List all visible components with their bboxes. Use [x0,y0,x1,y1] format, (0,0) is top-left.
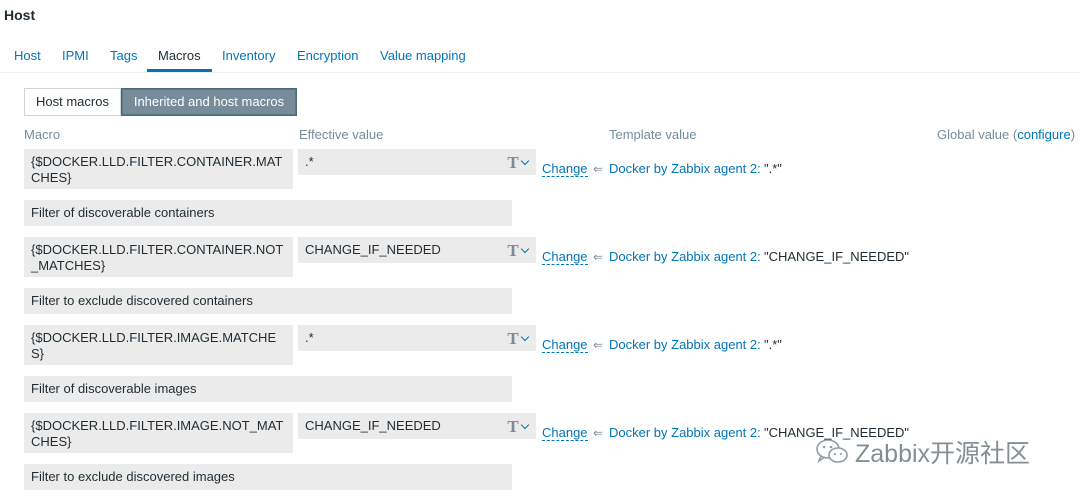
inherited-macros-button[interactable]: Inherited and host macros [121,88,297,116]
change-button[interactable]: Change [542,425,588,441]
column-header-template-value: Template value [609,127,697,142]
change-button[interactable]: Change [542,249,588,265]
change-button[interactable]: Change [542,161,588,177]
wechat-icon [815,438,849,466]
inherit-arrow-icon: ⇐ [593,162,604,176]
macro-description-field[interactable]: Filter of discoverable images [24,376,512,402]
template-link[interactable]: Docker by Zabbix agent 2: [609,337,761,352]
macro-value-field[interactable]: .* [298,325,499,351]
template-link[interactable]: Docker by Zabbix agent 2: [609,161,761,176]
macro-value-field[interactable]: CHANGE_IF_NEEDED [298,413,499,439]
template-value-text: "CHANGE_IF_NEEDED" [764,249,910,264]
configure-link[interactable]: configure [1017,127,1070,142]
value-type-dropdown[interactable]: T [499,237,536,263]
inherit-arrow-icon: ⇐ [593,250,604,264]
text-type-icon: T [507,240,519,260]
macro-value-field[interactable]: CHANGE_IF_NEEDED [298,237,499,263]
macro-value-field[interactable]: .* [298,149,499,175]
host-macros-button[interactable]: Host macros [24,88,121,116]
macro-description-field[interactable]: Filter of discoverable containers [24,200,512,226]
macro-description-field[interactable]: Filter to exclude discovered containers [24,288,512,314]
text-type-icon: T [507,416,519,436]
global-value-label: Global value ( [937,127,1018,142]
tab-macros[interactable]: Macros [158,48,201,63]
column-header-global-value: Global value (configure) [937,127,1075,142]
chevron-down-icon [520,244,529,253]
tab-bar: Host IPMI Tags Macros Inventory Encrypti… [0,44,1080,73]
value-type-dropdown[interactable]: T [499,325,536,351]
tab-inventory[interactable]: Inventory [222,48,275,63]
tab-tags[interactable]: Tags [110,48,137,63]
tab-ipmi[interactable]: IPMI [62,48,89,63]
macro-view-toggle: Host macros Inherited and host macros [24,88,297,116]
template-value-text: ".*" [764,337,782,352]
tab-value-mapping[interactable]: Value mapping [380,48,466,63]
macro-name-field[interactable]: {$DOCKER.LLD.FILTER.IMAGE.MATCHE S} [24,325,293,365]
chevron-down-icon [520,420,529,429]
column-header-macro: Macro [24,127,61,142]
macro-name-field[interactable]: {$DOCKER.LLD.FILTER.IMAGE.NOT_MAT CHES} [24,413,293,453]
column-header-effective-value: Effective value [299,127,384,142]
template-value-text: ".*" [764,161,782,176]
value-type-dropdown[interactable]: T [499,413,536,439]
global-value-close: ) [1070,127,1076,142]
text-type-icon: T [507,328,519,348]
template-link[interactable]: Docker by Zabbix agent 2: [609,249,761,264]
watermark: Zabbix开源社区 [815,436,1030,468]
page-title: Host [4,7,36,23]
change-button[interactable]: Change [542,337,588,353]
chevron-down-icon [520,332,529,341]
chevron-down-icon [520,156,529,165]
tab-host[interactable]: Host [14,48,41,63]
active-tab-indicator [147,69,212,72]
watermark-text: Zabbix开源社区 [855,440,1031,468]
text-type-icon: T [507,152,519,172]
macro-name-field[interactable]: {$DOCKER.LLD.FILTER.CONTAINER.MAT CHES} [24,149,293,189]
value-type-dropdown[interactable]: T [499,149,536,175]
inherit-arrow-icon: ⇐ [593,338,604,352]
tab-encryption[interactable]: Encryption [297,48,358,63]
template-link[interactable]: Docker by Zabbix agent 2: [609,425,761,440]
macro-name-field[interactable]: {$DOCKER.LLD.FILTER.CONTAINER.NOT _MATCH… [24,237,293,277]
inherit-arrow-icon: ⇐ [593,426,604,440]
macro-description-field[interactable]: Filter to exclude discovered images [24,464,512,490]
